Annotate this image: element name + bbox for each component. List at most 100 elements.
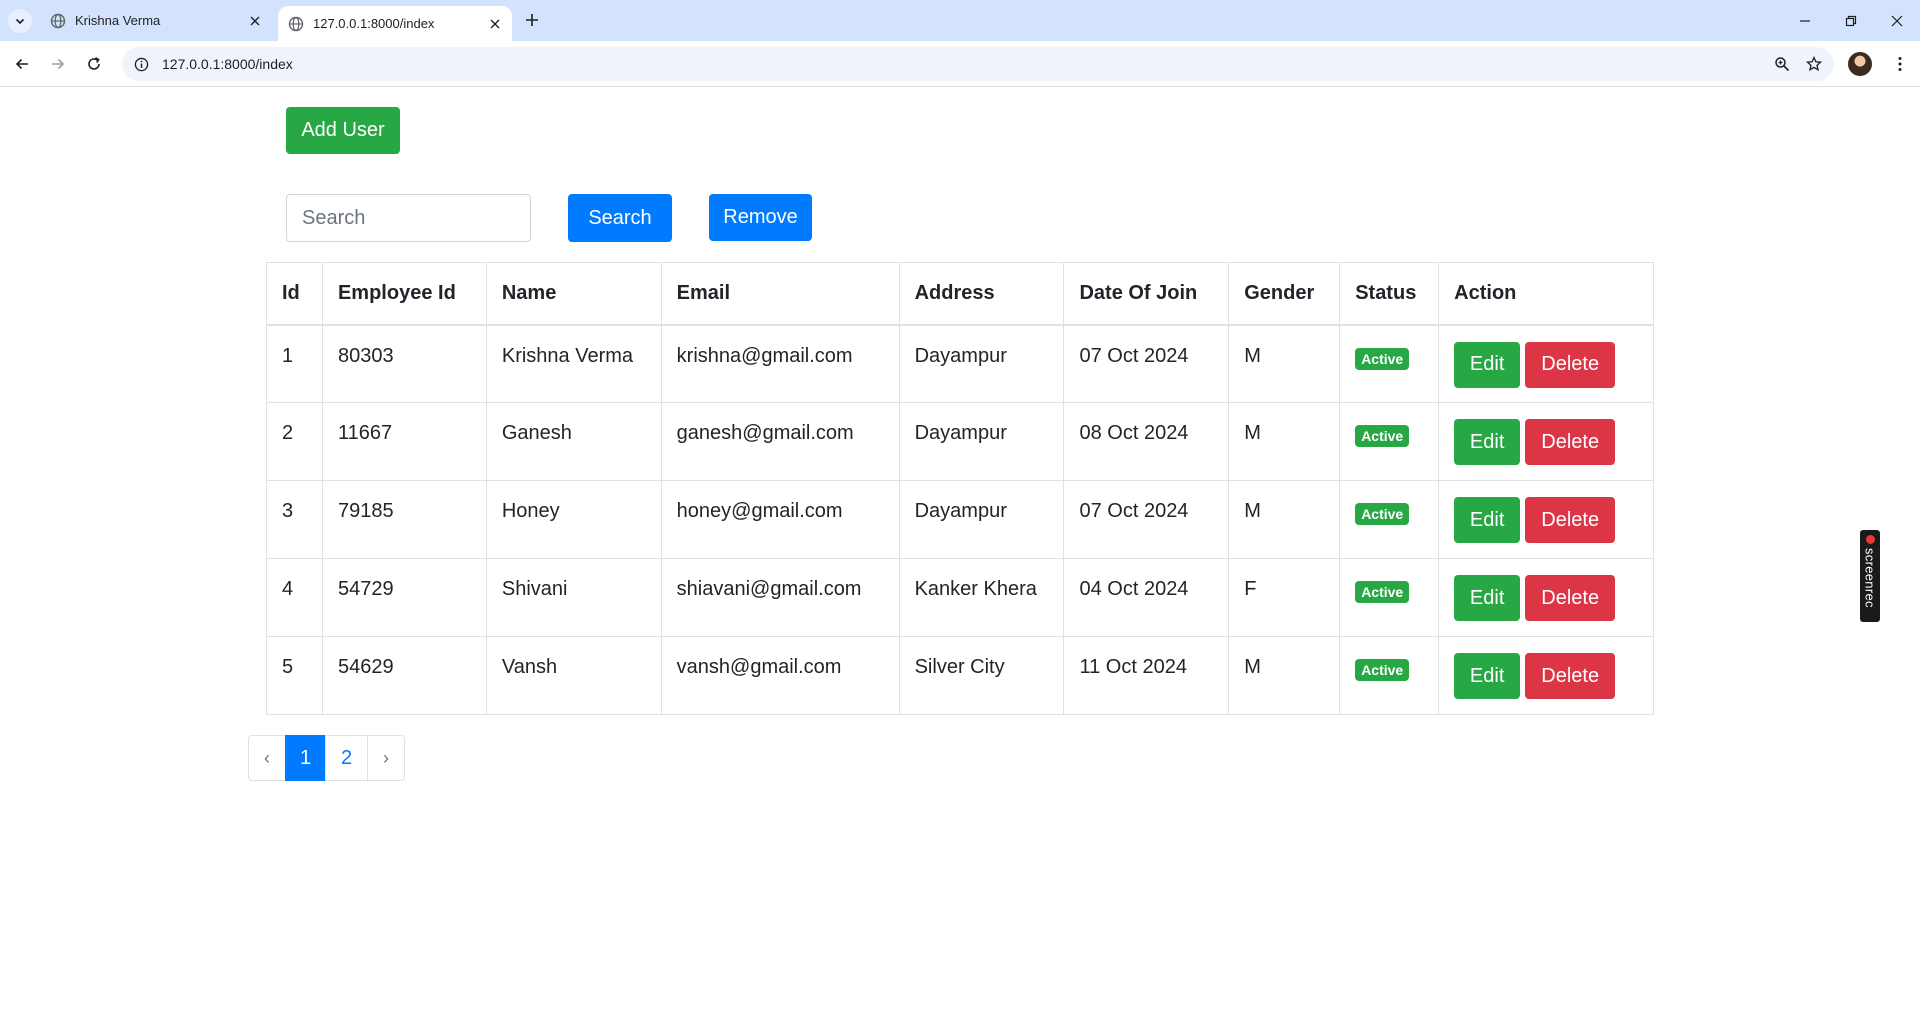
forward-button[interactable] — [44, 50, 72, 78]
cell-status: Active — [1339, 480, 1440, 559]
chevron-down-icon — [15, 18, 25, 25]
browser-toolbar: 127.0.0.1:8000/index — [0, 41, 1920, 87]
reload-button[interactable] — [80, 50, 108, 78]
globe-icon — [50, 13, 66, 28]
cell-action: Edit Delete — [1438, 636, 1654, 715]
restore-icon — [1845, 15, 1857, 26]
zoom-icon — [1775, 57, 1790, 72]
close-icon — [1891, 15, 1903, 26]
globe-icon — [288, 16, 304, 31]
table-row: 5 54629 Vansh vansh@gmail.com Silver Cit… — [266, 636, 1654, 715]
status-badge: Active — [1355, 347, 1410, 370]
status-badge: Active — [1355, 503, 1410, 525]
cell-name: Vansh — [485, 636, 662, 715]
table-row: 1 80303 Krishna Verma krishna@gmail.com … — [266, 324, 1654, 403]
table-row: 3 79185 Honey honey@gmail.com Dayampur 0… — [266, 480, 1654, 559]
status-badge: Active — [1355, 581, 1410, 603]
cell-employee-id: 79185 — [321, 480, 487, 559]
delete-button[interactable]: Delete — [1525, 575, 1616, 621]
browser-tab-bar: Krishna Verma 127.0.0.1:8000/index — [0, 0, 1920, 41]
delete-button[interactable]: Delete — [1525, 341, 1616, 388]
table-header-row: Id Employee Id Name Email Address Date O… — [266, 262, 1654, 326]
cell-employee-id: 11667 — [321, 402, 487, 481]
cell-address: Dayampur — [898, 480, 1065, 559]
column-header-name: Name — [485, 262, 662, 326]
tab-title: Krishna Verma — [75, 13, 161, 28]
screenrec-label: screenrec — [1862, 548, 1878, 608]
arrow-right-icon — [52, 58, 65, 70]
site-info-button[interactable] — [130, 53, 152, 75]
cell-email: honey@gmail.com — [660, 480, 900, 559]
cell-gender: M — [1228, 324, 1341, 403]
zoom-button[interactable] — [1768, 47, 1796, 81]
address-bar[interactable]: 127.0.0.1:8000/index — [122, 47, 1834, 81]
star-icon — [1806, 56, 1822, 72]
cell-email: ganesh@gmail.com — [660, 402, 900, 481]
delete-button[interactable]: Delete — [1525, 419, 1616, 465]
close-icon — [250, 16, 260, 25]
tab-index[interactable]: 127.0.0.1:8000/index — [278, 6, 512, 41]
add-user-button[interactable]: Add User — [286, 107, 400, 154]
cell-address: Silver City — [898, 636, 1065, 715]
close-window-button[interactable] — [1874, 0, 1920, 41]
cell-address: Dayampur — [898, 324, 1065, 403]
edit-button[interactable]: Edit — [1454, 341, 1521, 388]
cell-email: krishna@gmail.com — [660, 324, 900, 403]
cell-gender: M — [1228, 480, 1341, 559]
close-tab-button[interactable] — [246, 12, 264, 30]
status-badge: Active — [1355, 659, 1410, 681]
tab-krishna-verma[interactable]: Krishna Verma — [40, 0, 272, 41]
edit-button[interactable]: Edit — [1454, 575, 1521, 621]
close-tab-button[interactable] — [486, 15, 504, 33]
column-header-date-of-join: Date Of Join — [1063, 262, 1230, 326]
delete-button[interactable]: Delete — [1525, 653, 1616, 699]
pagination-prev[interactable]: ‹ — [248, 735, 286, 781]
column-header-id: Id — [266, 262, 323, 326]
pagination-page-2[interactable]: 2 — [325, 735, 368, 781]
cell-gender: F — [1228, 558, 1341, 637]
arrow-left-icon — [15, 58, 28, 70]
tab-search-menu-button[interactable] — [8, 9, 32, 33]
cell-name: Honey — [485, 480, 662, 559]
edit-button[interactable]: Edit — [1454, 419, 1521, 465]
cell-email: shiavani@gmail.com — [660, 558, 900, 637]
cell-employee-id: 80303 — [321, 324, 487, 403]
table-row: 4 54729 Shivani shiavani@gmail.com Kanke… — [266, 558, 1654, 637]
cell-gender: M — [1228, 636, 1341, 715]
bookmark-button[interactable] — [1800, 47, 1828, 81]
column-header-address: Address — [898, 262, 1065, 326]
cell-date-of-join: 07 Oct 2024 — [1063, 324, 1230, 403]
remove-button[interactable]: Remove — [709, 194, 812, 241]
reload-icon — [88, 57, 100, 70]
cell-id: 3 — [266, 480, 323, 559]
pagination-page-1[interactable]: 1 — [285, 735, 326, 781]
tab-title: 127.0.0.1:8000/index — [313, 16, 435, 31]
column-header-employee-id: Employee Id — [321, 262, 487, 326]
column-header-email: Email — [660, 262, 900, 326]
cell-action: Edit Delete — [1438, 324, 1654, 403]
cell-id: 5 — [266, 636, 323, 715]
cell-action: Edit Delete — [1438, 558, 1654, 637]
search-button[interactable]: Search — [568, 194, 672, 242]
pagination-next[interactable]: › — [367, 735, 405, 781]
restore-button[interactable] — [1828, 0, 1874, 41]
cell-id: 4 — [266, 558, 323, 637]
delete-button[interactable]: Delete — [1525, 497, 1616, 543]
edit-button[interactable]: Edit — [1454, 497, 1521, 543]
table-row: 2 11667 Ganesh ganesh@gmail.com Dayampur… — [266, 402, 1654, 481]
cell-employee-id: 54729 — [321, 558, 487, 637]
profile-avatar[interactable] — [1848, 52, 1872, 76]
search-input[interactable] — [286, 194, 531, 242]
browser-menu-button[interactable] — [1886, 50, 1914, 78]
cell-date-of-join: 04 Oct 2024 — [1063, 558, 1230, 637]
screenrec-widget[interactable]: screenrec — [1860, 530, 1880, 622]
new-tab-button[interactable] — [520, 8, 544, 32]
record-icon — [1865, 535, 1875, 544]
close-icon — [490, 19, 500, 28]
minimize-button[interactable] — [1782, 0, 1828, 41]
cell-address: Kanker Khera — [898, 558, 1065, 637]
edit-button[interactable]: Edit — [1454, 653, 1521, 699]
back-button[interactable] — [8, 50, 36, 78]
cell-name: Shivani — [485, 558, 662, 637]
status-badge: Active — [1355, 425, 1410, 447]
